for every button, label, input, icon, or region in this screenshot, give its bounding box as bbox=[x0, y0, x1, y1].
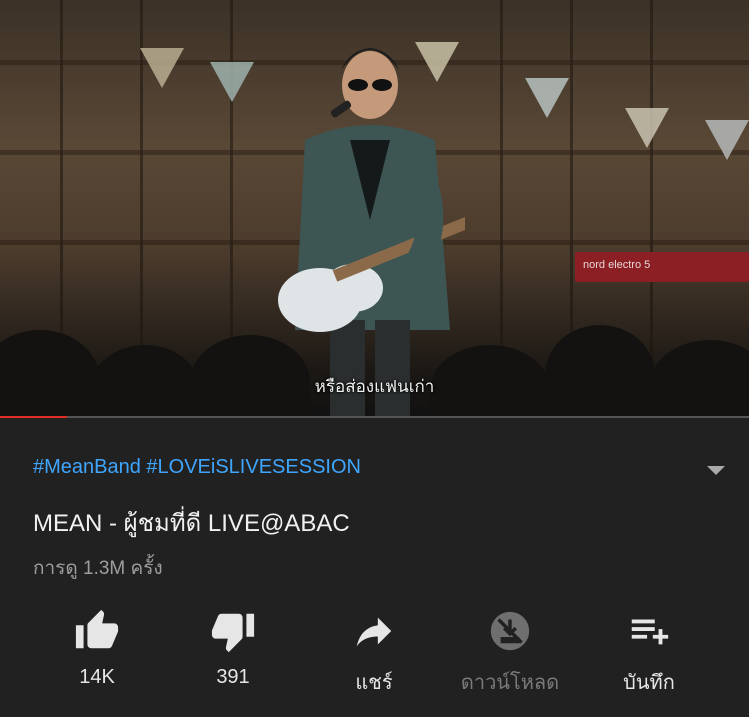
like-count: 14K bbox=[79, 666, 115, 688]
video-player[interactable]: nord electro 5 หรือส่องแฟนเก่า bbox=[0, 0, 749, 418]
keyboard-brand-label: nord electro 5 bbox=[583, 259, 651, 271]
thumbs-up-icon bbox=[75, 609, 119, 649]
bunting-flag bbox=[210, 62, 254, 102]
bunting-flag bbox=[140, 48, 184, 88]
like-button[interactable]: 14K bbox=[35, 604, 159, 704]
hashtag-links[interactable]: #MeanBand #LOVEiSLIVESESSION bbox=[33, 456, 361, 479]
save-button[interactable]: บันทึก bbox=[587, 604, 711, 704]
dislike-button[interactable]: 391 bbox=[171, 604, 295, 704]
bunting-flag bbox=[525, 78, 569, 118]
video-subtitle: หรือส่องแฟนเก่า bbox=[314, 377, 435, 396]
view-count: การดู 1.3M ครั้ง bbox=[33, 558, 163, 579]
bunting-flag bbox=[625, 108, 669, 148]
share-label: แชร์ bbox=[355, 672, 393, 694]
download-disabled-icon bbox=[490, 611, 530, 651]
performer-figure bbox=[278, 48, 465, 418]
stage-keyboard: nord electro 5 bbox=[575, 252, 749, 282]
progress-bar-fill bbox=[0, 416, 68, 418]
playlist-add-icon bbox=[631, 619, 669, 645]
bunting-flag bbox=[705, 120, 749, 160]
share-button[interactable]: แชร์ bbox=[312, 604, 436, 704]
download-button[interactable]: ดาวน์โหลด bbox=[448, 604, 572, 704]
dislike-count: 391 bbox=[216, 666, 250, 688]
action-bar: 14K 391 แชร์ ดาวน์โหลด บันทึก bbox=[35, 604, 715, 704]
video-title: MEAN - ผู้ชมที่ดี LIVE@ABAC bbox=[33, 510, 350, 537]
thumbs-down-icon bbox=[211, 613, 255, 653]
download-label: ดาวน์โหลด bbox=[460, 672, 560, 694]
chevron-down-icon[interactable] bbox=[705, 463, 727, 477]
save-label: บันทึก bbox=[623, 672, 675, 694]
crowd-silhouette bbox=[545, 325, 655, 418]
progress-bar[interactable] bbox=[0, 416, 749, 418]
share-arrow-icon bbox=[356, 617, 392, 647]
